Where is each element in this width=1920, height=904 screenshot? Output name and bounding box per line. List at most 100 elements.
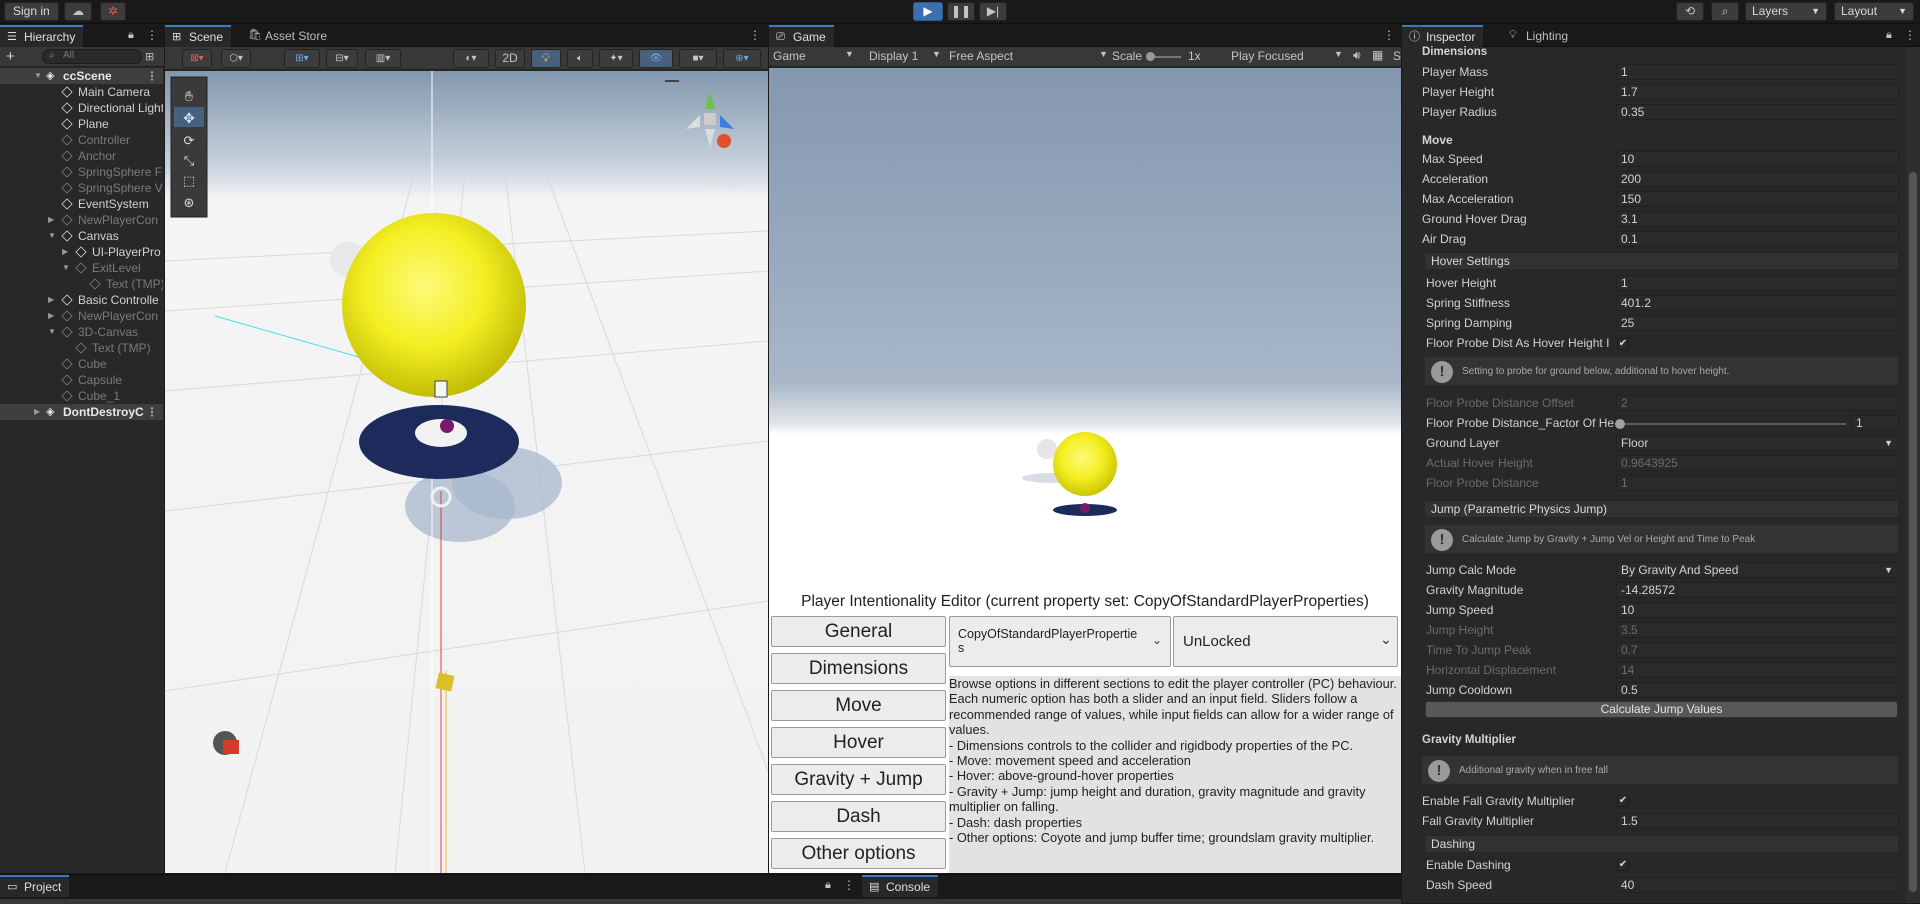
spring-stiffness-field[interactable]: 401.2 — [1616, 295, 1898, 311]
tab-inspector[interactable]: ⓘ Inspector — [1402, 25, 1484, 47]
lock-icon[interactable]: 🔒︎ — [1886, 29, 1892, 42]
hierarchy-search-input[interactable]: ⌕ All — [42, 49, 142, 64]
rect-tool-icon[interactable]: ⬚ — [183, 173, 195, 188]
section-button[interactable]: Hover — [771, 727, 946, 758]
hierarchy-scene[interactable]: ▶ ◈ DontDestroyC ⋮ — [0, 404, 163, 420]
expand-right-icon[interactable]: ▶ — [48, 292, 54, 308]
enable-fall-gravity-checkbox[interactable]: ✔ — [1617, 795, 1629, 807]
player-radius-row[interactable]: Player Radius 0.35 — [1420, 104, 1900, 121]
fall-gravity-multiplier-field[interactable]: 1.5 — [1616, 813, 1899, 829]
hierarchy-item[interactable]: Anchor — [0, 148, 163, 164]
scale-tool-icon[interactable]: ⤡ — [184, 153, 195, 168]
play-focused-dropdown[interactable]: Play Focused ▼ — [1231, 49, 1351, 63]
hand-tool-icon[interactable]: ✋︎ — [185, 88, 193, 104]
jump-speed-row[interactable]: Jump Speed 10 — [1424, 602, 1904, 619]
expand-down-icon[interactable]: ▼ — [62, 260, 70, 276]
transform-tool-icon[interactable]: ⊛ — [184, 195, 195, 210]
gravity-magnitude-field[interactable]: -14.28572 — [1616, 582, 1898, 598]
hierarchy-item[interactable]: ▼ 3D-Canvas — [0, 324, 163, 340]
hover-height-row[interactable]: Hover Height 1 — [1424, 275, 1904, 292]
tab-hierarchy[interactable]: ☰ Hierarchy — [0, 25, 84, 47]
jump-calc-mode-row[interactable]: Jump Calc Mode By Gravity And Speed ▼ — [1424, 562, 1904, 579]
tab-console[interactable]: ▤ Console — [862, 875, 939, 897]
more-icon[interactable]: ⋮ — [843, 878, 855, 892]
cube-object[interactable] — [435, 672, 455, 692]
hierarchy-item[interactable]: ▶ Basic Controlle — [0, 292, 163, 308]
section-button[interactable]: Move — [771, 690, 946, 721]
player-height-row[interactable]: Player Height 1.7 — [1420, 84, 1900, 101]
acceleration-row[interactable]: Acceleration 200 — [1420, 171, 1900, 188]
tab-scene[interactable]: ⊞ Scene — [165, 25, 232, 47]
hierarchy-item[interactable]: Text (TMP) — [0, 340, 163, 356]
more-icon[interactable]: ⋮ — [146, 28, 158, 42]
air-drag-field[interactable]: 0.1 — [1616, 231, 1899, 247]
ground-layer-dropdown[interactable]: Floor ▼ — [1616, 435, 1898, 451]
hierarchy-item[interactable]: Plane — [0, 116, 163, 132]
hierarchy-item[interactable]: Main Camera — [0, 84, 163, 100]
hierarchy-item[interactable]: ▼ Canvas — [0, 228, 163, 244]
pause-button[interactable]: ❚❚ — [947, 2, 975, 21]
search-icon[interactable]: ⌕ — [1711, 2, 1739, 21]
hierarchy-item[interactable]: ▼ ExitLevel — [0, 260, 163, 276]
aspect-dropdown[interactable]: Free Aspect ▼ — [949, 49, 1113, 63]
hierarchy-item[interactable]: Directional Light — [0, 100, 163, 116]
stats-label[interactable]: S — [1393, 49, 1401, 63]
hierarchy-item[interactable]: ▶ NewPlayerCon — [0, 212, 163, 228]
cloud-icon[interactable]: ☁ — [64, 2, 92, 21]
section-button[interactable]: General — [771, 616, 946, 647]
expand-right-icon[interactable]: ▶ — [48, 212, 54, 228]
calculate-jump-button[interactable]: Calculate Jump Values — [1425, 701, 1898, 718]
visibility-icon[interactable]: 👁︎ — [639, 49, 673, 68]
pivot-icon[interactable]: ⬡▾ — [221, 49, 251, 68]
layers-dropdown[interactable]: Layers ▼ — [1745, 2, 1827, 21]
hover-height-field[interactable]: 1 — [1616, 275, 1898, 291]
ground-hover-drag-row[interactable]: Ground Hover Drag 3.1 — [1420, 211, 1900, 228]
stats-icon[interactable]: ▦ — [1372, 48, 1383, 62]
display-dropdown[interactable]: Display 1 ▼ — [869, 49, 953, 63]
rotate-tool-icon[interactable]: ⟳ — [184, 133, 195, 148]
jump-cooldown-row[interactable]: Jump Cooldown 0.5 — [1424, 682, 1904, 699]
gizmo-tool-icon[interactable]: ⊠▾ — [182, 49, 212, 68]
scale-slider[interactable] — [1146, 52, 1181, 61]
expand-down-icon[interactable]: ▼ — [48, 228, 56, 244]
hierarchy-item[interactable]: SpringSphere F — [0, 164, 163, 180]
game-mode-dropdown[interactable]: Game ▼ — [773, 49, 857, 63]
mode-2d-button[interactable]: 2D — [495, 49, 525, 68]
acceleration-field[interactable]: 200 — [1616, 171, 1899, 187]
air-drag-row[interactable]: Air Drag 0.1 — [1420, 231, 1900, 248]
scene-viewport[interactable]: ✋︎ ✥ ⟳ ⤡ ⬚ ⊛ < Persp — [165, 71, 768, 873]
player-height-field[interactable]: 1.7 — [1616, 84, 1899, 100]
floor-probe-dist-checkbox[interactable]: ✔ — [1617, 338, 1629, 350]
expand-right-icon[interactable]: ▶ — [62, 244, 68, 260]
filter-icon[interactable]: ⊞ — [145, 50, 154, 63]
max-speed-row[interactable]: Max Speed 10 — [1420, 151, 1900, 168]
mute-icon[interactable]: 🔊︎ — [1353, 48, 1361, 63]
step-button[interactable]: ▶| — [979, 2, 1007, 21]
ground-hover-drag-field[interactable]: 3.1 — [1616, 211, 1899, 227]
dash-speed-row[interactable]: Dash Speed 40 — [1424, 877, 1904, 894]
spring-damping-field[interactable]: 25 — [1616, 315, 1898, 331]
more-icon[interactable]: ⋮ — [1383, 28, 1395, 42]
hierarchy-item[interactable]: Controller — [0, 132, 163, 148]
effects-icon[interactable]: ✦▾ — [599, 49, 633, 68]
slider-knob[interactable] — [1615, 419, 1625, 429]
more-icon[interactable]: ⋮ — [146, 404, 158, 420]
history-icon[interactable]: ⟲ — [1676, 2, 1704, 21]
camera-icon[interactable]: ■▾ — [679, 49, 717, 68]
gravity-magnitude-row[interactable]: Gravity Magnitude -14.28572 — [1424, 582, 1904, 599]
hierarchy-scene[interactable]: ▼ ◈ ccScene ⋮ — [0, 68, 163, 84]
add-button[interactable]: + — [6, 48, 15, 65]
section-button[interactable]: Dash — [771, 801, 946, 832]
tab-asset-store[interactable]: 🛍︎ Asset Store — [241, 25, 335, 47]
jump-speed-field[interactable]: 10 — [1616, 602, 1898, 618]
hierarchy-item[interactable]: Cube_1 — [0, 388, 163, 404]
hierarchy-item[interactable]: EventSystem — [0, 196, 163, 212]
play-button[interactable]: ▶ — [913, 2, 943, 21]
hierarchy-item[interactable]: SpringSphere V — [0, 180, 163, 196]
section-button[interactable]: Other options — [771, 838, 946, 869]
player-mass-row[interactable]: Player Mass 1 — [1420, 64, 1900, 81]
lock-state-dropdown[interactable]: UnLocked ⌄ — [1173, 616, 1398, 667]
section-button[interactable]: Gravity + Jump — [771, 764, 946, 795]
snap-icon[interactable]: ⊟▾ — [326, 49, 358, 68]
expand-down-icon[interactable]: ▼ — [34, 68, 42, 84]
